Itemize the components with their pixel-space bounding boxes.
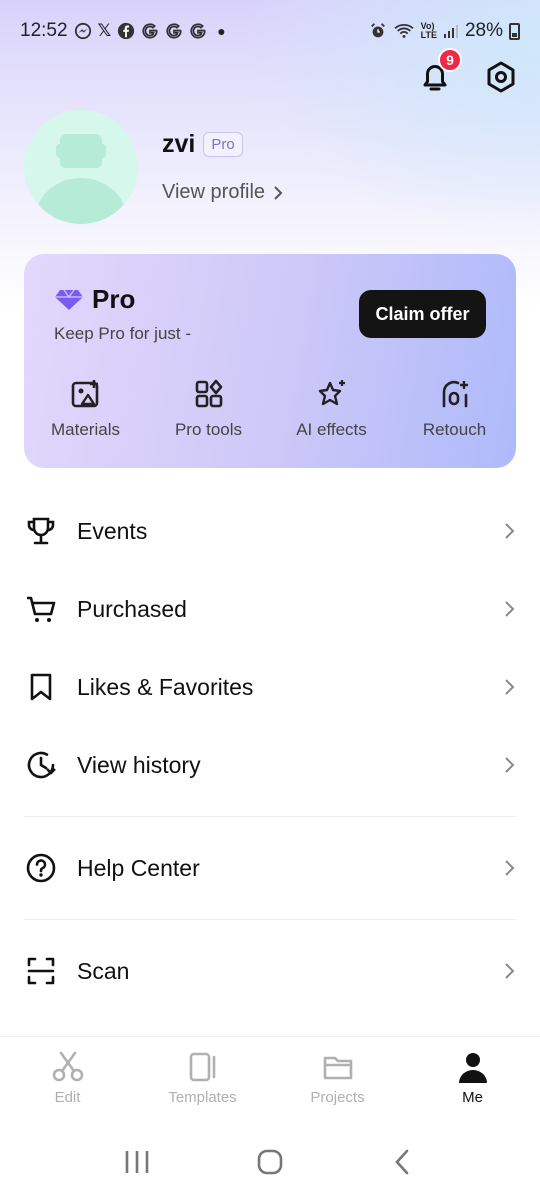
feature-retouch[interactable]: Retouch (393, 378, 516, 440)
scan-icon (24, 954, 58, 988)
g-icon (142, 23, 158, 39)
tab-projects[interactable]: Projects (270, 1037, 405, 1120)
grid-tools-icon (195, 379, 222, 408)
settings-button[interactable] (484, 60, 518, 94)
wifi-icon (394, 24, 414, 38)
recents-icon[interactable] (124, 1149, 150, 1175)
volte-icon: Vo) LTE (420, 21, 437, 40)
chevron-right-icon (505, 523, 515, 539)
notifications-button[interactable]: 9 (416, 48, 462, 96)
chevron-right-icon (505, 860, 515, 876)
trophy-icon (24, 514, 58, 548)
sparkle-icon (318, 380, 345, 406)
messenger-icon (74, 22, 91, 40)
feature-materials[interactable]: Materials (24, 378, 147, 440)
battery-icon (509, 22, 520, 40)
help-icon (24, 851, 58, 885)
bookmark-icon (24, 670, 58, 704)
menu-label: Help Center (77, 854, 200, 881)
templates-icon (189, 1052, 215, 1082)
chevron-right-icon (274, 185, 283, 200)
alarm-icon (370, 23, 385, 38)
feature-pro-tools[interactable]: Pro tools (147, 378, 270, 440)
menu-label: View history (77, 751, 201, 778)
g-icon (190, 23, 206, 39)
pro-subtitle: Keep Pro for just - (54, 324, 192, 343)
g-icon (166, 23, 182, 39)
home-icon[interactable] (257, 1149, 283, 1175)
bottom-tab-bar: Edit Templates Projects Me (0, 1036, 540, 1120)
tab-label: Projects (310, 1089, 365, 1106)
signal-icon (443, 25, 458, 38)
menu-item-help-center[interactable]: Help Center (0, 829, 540, 907)
image-plus-icon (71, 380, 98, 408)
header-actions: 9 (416, 48, 518, 96)
avatar[interactable] (24, 110, 138, 224)
tab-label: Templates (168, 1089, 237, 1106)
name-row: zvi Pro (162, 130, 283, 159)
status-right: Vo) LTE 28% (369, 20, 520, 42)
chevron-right-icon (505, 757, 515, 773)
notification-badge: 9 (438, 48, 462, 72)
claim-offer-button[interactable]: Claim offer (359, 290, 486, 338)
menu-label: Purchased (77, 595, 187, 622)
pro-title: Pro (92, 284, 136, 314)
menu-label: Scan (77, 957, 130, 984)
dot-icon: ● (217, 23, 226, 39)
face-retouch-icon (442, 380, 468, 408)
feature-label: AI effects (296, 420, 367, 439)
divider (24, 816, 516, 817)
x-icon: 𝕏 (97, 21, 112, 40)
view-profile-label: View profile (162, 181, 266, 203)
chevron-right-icon (505, 601, 515, 617)
tab-me[interactable]: Me (405, 1037, 540, 1120)
gear-icon (487, 61, 515, 93)
feature-label: Materials (51, 420, 120, 439)
status-left: 12:52 𝕏 ● (20, 20, 226, 42)
menu-item-likes-favorites[interactable]: Likes & Favorites (0, 648, 540, 726)
feature-label: Retouch (422, 420, 487, 439)
tab-templates[interactable]: Templates (135, 1037, 270, 1120)
view-profile-link[interactable]: View profile (162, 181, 283, 204)
feature-ai-effects[interactable]: AI effects (270, 378, 393, 440)
status-time: 12:52 (20, 20, 68, 41)
pro-card[interactable]: Pro Keep Pro for just - Claim offer Mate… (24, 254, 516, 468)
default-avatar-icon (35, 134, 127, 224)
facebook-icon (118, 22, 135, 40)
history-icon (24, 748, 58, 782)
battery-text: 28% (464, 20, 503, 41)
menu-label: Likes & Favorites (77, 673, 254, 700)
system-nav-bar (0, 1125, 540, 1199)
tab-label: Edit (54, 1089, 81, 1106)
chevron-right-icon (505, 963, 515, 979)
divider (24, 919, 516, 920)
menu-list: Events Purchased Likes & Favorites View … (0, 492, 540, 1010)
back-icon[interactable] (390, 1149, 416, 1175)
profile-info: zvi Pro View profile (162, 130, 283, 204)
menu-item-purchased[interactable]: Purchased (0, 570, 540, 648)
menu-item-scan[interactable]: Scan (0, 932, 540, 1010)
feature-label: Pro tools (174, 420, 243, 439)
menu-label: Events (77, 517, 148, 544)
tab-label: Me (462, 1089, 483, 1106)
cart-icon (24, 592, 58, 626)
tab-edit[interactable]: Edit (0, 1037, 135, 1120)
chevron-right-icon (505, 679, 515, 695)
menu-item-events[interactable]: Events (0, 492, 540, 570)
scissors-icon (52, 1051, 83, 1082)
diamond-icon (55, 289, 83, 310)
pro-features: Materials Pro tools AI effects Retouch (24, 378, 516, 440)
profile-section[interactable]: zvi Pro View profile (24, 110, 283, 224)
menu-item-view-history[interactable]: View history (0, 726, 540, 804)
pro-badge: Pro (203, 132, 243, 157)
person-icon (458, 1053, 487, 1083)
folder-icon (323, 1056, 352, 1080)
pro-header: Pro (54, 284, 135, 315)
username: zvi (162, 130, 196, 158)
